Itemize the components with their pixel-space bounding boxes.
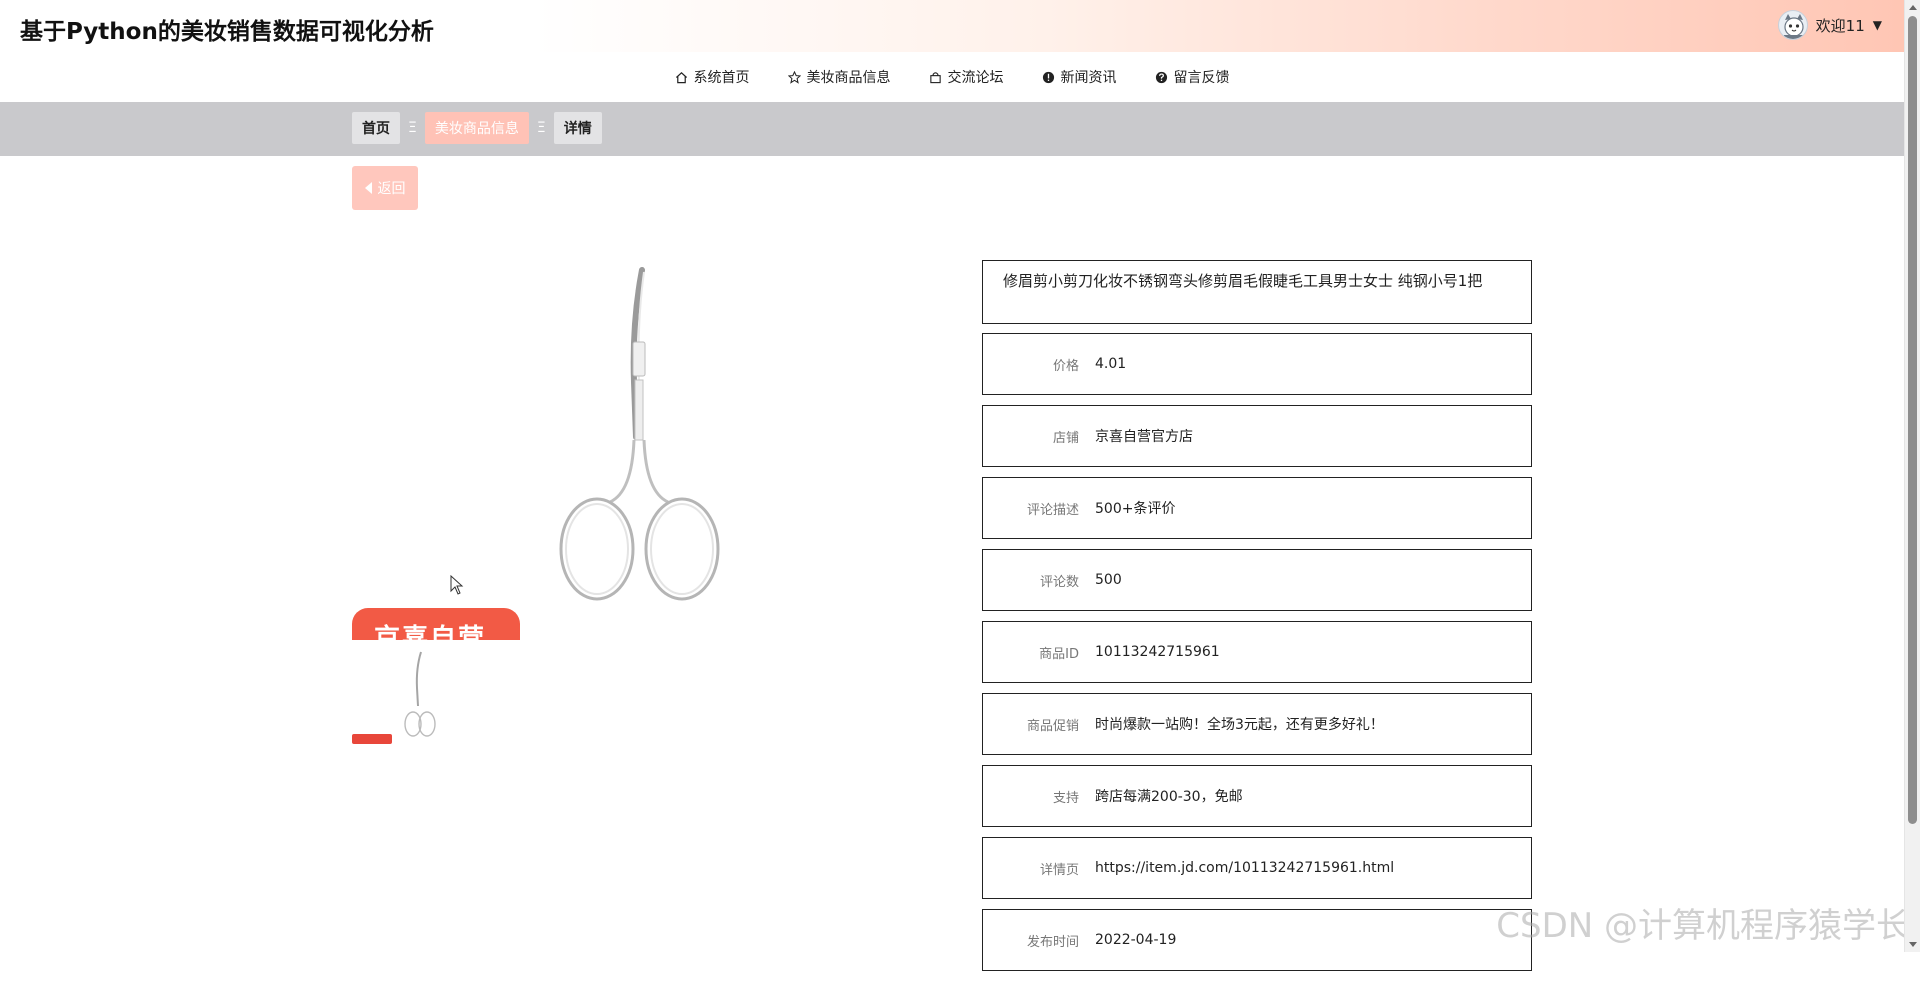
detail-value: 跨店每满200-30，免邮 [1095, 789, 1243, 805]
thumbnail-badge [352, 734, 392, 744]
back-button[interactable]: 返回 [352, 166, 418, 210]
detail-value: 4.01 [1095, 356, 1127, 372]
detail-row-support: 支持 跨店每满200-30，免邮 [982, 765, 1532, 827]
mouse-cursor-icon [450, 575, 464, 595]
detail-value: 500+条评价 [1095, 501, 1176, 517]
product-thumbnail[interactable] [352, 648, 442, 742]
question-circle-icon [1155, 71, 1167, 83]
detail-label: 评论描述 [1026, 502, 1079, 518]
scrollbar-thumb[interactable] [1908, 16, 1917, 824]
nav-item-label[interactable]: 系统首页 [694, 67, 750, 87]
bag-icon [929, 71, 941, 83]
nav-item-feedback[interactable]: 留言反馈 [1155, 67, 1230, 87]
promo-banner-text: 京喜自营 [374, 624, 487, 640]
caret-left-icon [364, 182, 372, 194]
product-main-image [559, 267, 720, 601]
breadcrumb-separator: Ξ [536, 120, 546, 136]
home-icon [675, 71, 687, 83]
nav-item-home[interactable]: 系统首页 [675, 67, 750, 87]
nav-item-label[interactable]: 美妆商品信息 [807, 67, 891, 87]
detail-label: 商品促销 [1026, 718, 1079, 734]
detail-label: 价格 [1052, 358, 1079, 374]
detail-label: 发布时间 [1026, 934, 1079, 950]
detail-page-link[interactable]: https://item.jd.com/10113242715961.html [1095, 860, 1394, 876]
chevron-down-icon[interactable]: ▼ [1873, 18, 1882, 32]
detail-row-publish-time: 发布时间 2022-04-19 [982, 909, 1532, 971]
site-title: 基于Python的美妆销售数据可视化分析 [20, 19, 434, 45]
breadcrumb: 首页 Ξ 美妆商品信息 Ξ 详情 [352, 112, 602, 144]
breadcrumb-separator: Ξ [408, 120, 417, 136]
detail-row-price: 价格 4.01 [982, 333, 1532, 395]
detail-value: 时尚爆款一站购！全场3元起，还有更多好礼！ [1095, 717, 1384, 733]
detail-row-comment-desc: 评论描述 500+条评价 [982, 477, 1532, 539]
vertical-scrollbar[interactable] [1904, 0, 1920, 952]
detail-label: 店铺 [1052, 430, 1079, 446]
detail-label: 商品ID [1039, 646, 1079, 662]
detail-label: 支持 [1052, 790, 1079, 806]
scroll-up-icon[interactable] [1909, 5, 1917, 10]
breadcrumb-home[interactable]: 首页 [352, 112, 400, 144]
nav-item-label[interactable]: 留言反馈 [1174, 67, 1230, 87]
promo-banner: 京喜自营 [352, 608, 520, 640]
nav-item-label[interactable]: 交流论坛 [948, 67, 1004, 87]
product-details-panel: 修眉剪小剪刀化妆不锈钢弯头修剪眉毛假睫毛工具男士女士 纯钢小号1把 价格 4.0… [982, 260, 1532, 981]
detail-row-shop: 店铺 京喜自营官方店 [982, 405, 1532, 467]
detail-row-product-id: 商品ID 10113242715961 [982, 621, 1532, 683]
product-title: 修眉剪小剪刀化妆不锈钢弯头修剪眉毛假睫毛工具男士女士 纯钢小号1把 [982, 260, 1532, 324]
cat-avatar-icon[interactable] [1777, 10, 1808, 40]
watermark: CSDN @计算机程序猿学长 [1496, 906, 1910, 946]
detail-row-comment-count: 评论数 500 [982, 549, 1532, 611]
detail-value: 500 [1095, 572, 1122, 588]
nav-item-products[interactable]: 美妆商品信息 [787, 67, 891, 87]
user-menu[interactable]: 欢迎11 ▼ [1777, 10, 1882, 40]
nav-item-label[interactable]: 新闻资讯 [1061, 67, 1117, 87]
detail-value: 10113242715961 [1095, 644, 1220, 660]
scroll-down-icon[interactable] [1909, 942, 1917, 947]
top-header: 基于Python的美妆销售数据可视化分析 欢迎11 ▼ [0, 0, 1904, 52]
breadcrumb-band: 首页 Ξ 美妆商品信息 Ξ 详情 [0, 102, 1904, 156]
detail-label: 详情页 [1039, 862, 1079, 878]
welcome-user-label[interactable]: 欢迎11 [1816, 15, 1865, 36]
breadcrumb-products[interactable]: 美妆商品信息 [424, 112, 529, 144]
nav-item-news[interactable]: 新闻资讯 [1042, 67, 1117, 87]
star-icon [787, 70, 801, 84]
main-nav: 系统首页 美妆商品信息 交流论坛 新闻资讯 留言反馈 [0, 52, 1904, 102]
breadcrumb-detail: 详情 [553, 112, 602, 144]
detail-row-detail-page: 详情页 https://item.jd.com/10113242715961.h… [982, 837, 1532, 899]
detail-row-promotion: 商品促销 时尚爆款一站购！全场3元起，还有更多好礼！ [982, 693, 1532, 755]
detail-label: 评论数 [1039, 574, 1079, 590]
detail-value: 2022-04-19 [1095, 932, 1177, 948]
detail-value: 京喜自营官方店 [1095, 429, 1193, 445]
back-button-label[interactable]: 返回 [378, 178, 406, 198]
nav-item-forum[interactable]: 交流论坛 [929, 67, 1004, 87]
info-circle-icon [1042, 71, 1054, 83]
